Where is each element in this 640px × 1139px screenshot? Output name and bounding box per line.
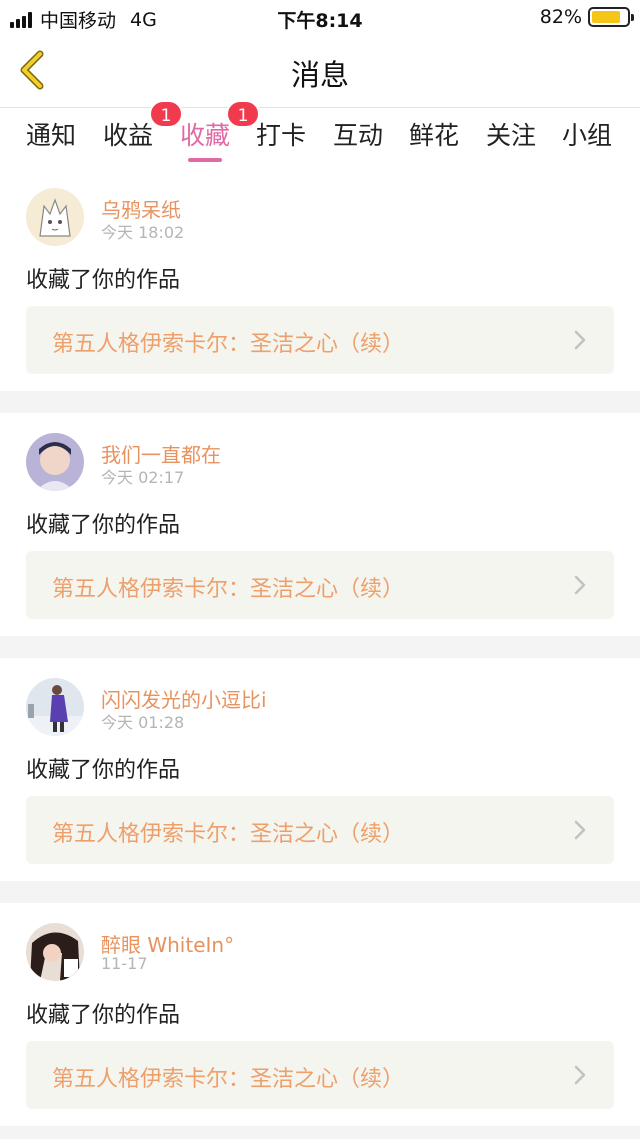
timestamp: 11-17 xyxy=(101,954,148,973)
tab-checkin[interactable]: 打卡 xyxy=(256,116,306,152)
battery-fill xyxy=(592,11,620,23)
message-card: 乌鸦呆纸 今天 18:02 收藏了你的作品 第五人格伊索卡尔：圣洁之心（续） xyxy=(0,168,640,391)
page-title: 消息 xyxy=(290,58,349,92)
active-tab-indicator xyxy=(188,158,223,162)
tab-earnings[interactable]: 收益 1 xyxy=(103,100,184,152)
tab-notifications[interactable]: 通知 xyxy=(26,116,76,152)
timestamp: 今天 18:02 xyxy=(101,223,185,242)
tab-groups[interactable]: 小组 xyxy=(562,116,612,152)
battery-percent: 82% xyxy=(539,6,582,28)
action-text: 收藏了你的作品 xyxy=(26,513,181,538)
work-link[interactable]: 第五人格伊索卡尔：圣洁之心（续） xyxy=(26,306,614,374)
anime-character-icon xyxy=(26,188,84,246)
tab-label: 收藏 xyxy=(180,121,231,150)
tab-flowers[interactable]: 鲜花 xyxy=(409,116,459,152)
work-title: 第五人格伊索卡尔：圣洁之心（续） xyxy=(52,1067,405,1092)
person-dark-hair-avatar[interactable] xyxy=(26,923,84,981)
message-card: 闪闪发光的小逗比i 今天 01:28 收藏了你的作品 第五人格伊索卡尔：圣洁之心… xyxy=(0,658,640,881)
tab-following[interactable]: 关注 xyxy=(486,116,536,152)
tab-label: 互动 xyxy=(333,121,384,150)
tab-label: 关注 xyxy=(486,121,537,150)
tab-label: 收益 xyxy=(103,121,154,150)
person-dark-hair-icon xyxy=(26,923,84,981)
tab-label: 鲜花 xyxy=(409,121,460,150)
tab-label: 小组 xyxy=(562,121,613,150)
action-text: 收藏了你的作品 xyxy=(26,268,181,293)
chevron-right-icon xyxy=(574,820,586,840)
chevron-right-icon xyxy=(574,575,586,595)
unread-badge: 1 xyxy=(149,100,184,128)
message-card: 醉眼 WhiteIn° 11-17 收藏了你的作品 第五人格伊索卡尔：圣洁之心（… xyxy=(0,903,640,1126)
person-outdoor-icon xyxy=(26,678,84,736)
work-link[interactable]: 第五人格伊索卡尔：圣洁之心（续） xyxy=(26,551,614,619)
work-title: 第五人格伊索卡尔：圣洁之心（续） xyxy=(52,822,405,847)
work-title: 第五人格伊索卡尔：圣洁之心（续） xyxy=(52,577,405,602)
nav-header: 消息 xyxy=(0,34,640,108)
tab-interaction[interactable]: 互动 xyxy=(333,116,383,152)
person-portrait-icon xyxy=(26,433,84,491)
unread-badge: 1 xyxy=(226,100,261,128)
person-portrait-avatar[interactable] xyxy=(26,433,84,491)
battery-icon xyxy=(588,7,634,27)
action-text: 收藏了你的作品 xyxy=(26,758,181,783)
tab-label: 通知 xyxy=(26,121,77,150)
chevron-right-icon xyxy=(574,1065,586,1085)
chevron-right-icon xyxy=(574,330,586,350)
person-outdoor-avatar[interactable] xyxy=(26,678,84,736)
message-card: 我们一直都在 今天 02:17 收藏了你的作品 第五人格伊索卡尔：圣洁之心（续） xyxy=(0,413,640,636)
tab-bar: 通知 收益 1 收藏 1 打卡 互动 鲜花 关注 小组 xyxy=(0,100,640,168)
tab-label: 打卡 xyxy=(256,121,307,150)
timestamp: 今天 01:28 xyxy=(101,713,185,732)
status-bar: 中国移动 4G 下午8:14 82% xyxy=(0,0,640,34)
anime-character-avatar[interactable] xyxy=(26,188,84,246)
tab-favorites[interactable]: 收藏 1 xyxy=(180,100,261,162)
action-text: 收藏了你的作品 xyxy=(26,1003,181,1028)
status-right: 82% xyxy=(539,6,634,28)
work-title: 第五人格伊索卡尔：圣洁之心（续） xyxy=(52,332,405,357)
work-link[interactable]: 第五人格伊索卡尔：圣洁之心（续） xyxy=(26,1041,614,1109)
message-list: 乌鸦呆纸 今天 18:02 收藏了你的作品 第五人格伊索卡尔：圣洁之心（续） 我… xyxy=(0,168,640,1139)
timestamp: 今天 02:17 xyxy=(101,468,185,487)
work-link[interactable]: 第五人格伊索卡尔：圣洁之心（续） xyxy=(26,796,614,864)
